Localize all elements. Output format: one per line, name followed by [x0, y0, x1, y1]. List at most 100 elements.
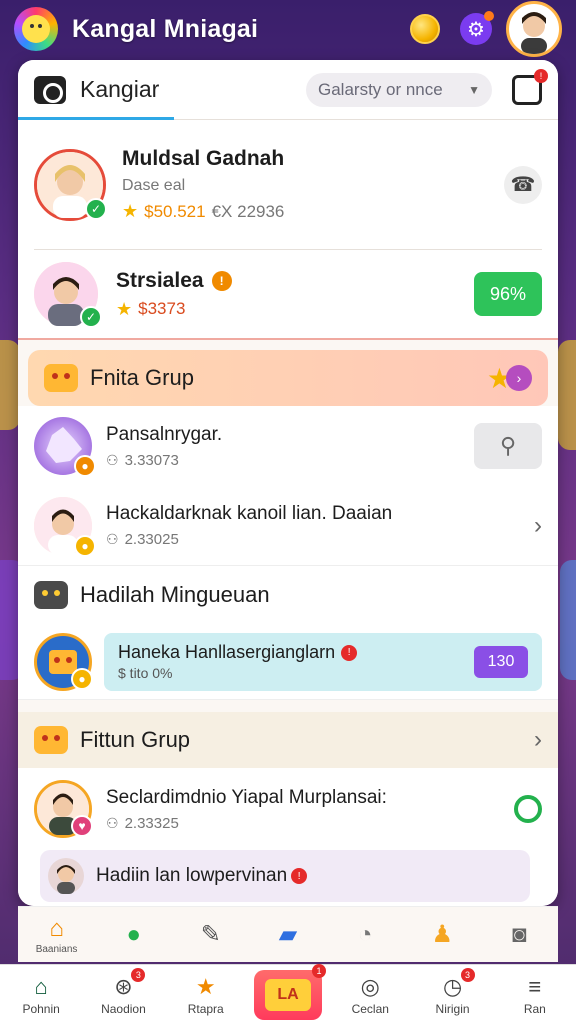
pencil-icon: ✎ — [200, 921, 221, 948]
section-header-hadilah: Hadilah Mingueuan — [18, 566, 558, 624]
reward-row[interactable]: ● Haneka Hanllasergianglarn! $ tito 0% 1… — [18, 624, 558, 700]
reward-value-button[interactable]: 130 — [474, 645, 528, 678]
nav-badge: 3 — [460, 967, 475, 982]
group-badge-icon: ♥ — [71, 815, 93, 837]
quick-tab-pin[interactable]: ♟ — [412, 920, 472, 950]
quick-tab-pencil[interactable]: ✎ — [181, 920, 241, 950]
chat-icon: ◎ — [360, 973, 380, 999]
list-item[interactable]: ● Pansalnrygar. ⚇ 3.33073 ⚲ — [18, 406, 558, 486]
list-item-title: Pansalnrygar. — [106, 423, 223, 445]
nav-item-ceclan[interactable]: ◎ Ceclan — [334, 974, 406, 1016]
chat-icon: ● — [126, 920, 141, 948]
nav-badge: 1 — [311, 963, 326, 978]
group-list: ● Pansalnrygar. ⚇ 3.33073 ⚲ ● Hackaldarkn… — [18, 406, 558, 566]
reward-emoji-icon — [34, 581, 68, 609]
arrow-right-icon[interactable]: › — [506, 365, 532, 391]
star-icon: ★ — [122, 201, 139, 221]
contact-subtitle: Dase eal — [122, 177, 186, 194]
banner-avatar — [48, 858, 84, 894]
camera-icon: ◙ — [512, 920, 527, 948]
camera-icon[interactable] — [34, 75, 66, 104]
contact-avatar: ✓ — [34, 148, 107, 221]
quick-tab-clock[interactable]: ◔ — [335, 920, 395, 950]
star-icon: ★ — [195, 973, 216, 999]
coin-icon[interactable] — [410, 14, 440, 44]
background-tile — [0, 340, 20, 430]
center-game-icon: LA 1 — [253, 963, 326, 1020]
members-icon: ⚇ — [106, 814, 119, 831]
members-icon: ⚇ — [106, 531, 119, 547]
nav-item-home[interactable]: ⌂ Pohnin — [5, 974, 77, 1016]
bonus-banner[interactable]: Hadiin lan lowpervinan ! — [40, 850, 530, 902]
list-item-title: Hackaldarknak kanoil lian. Daaian — [106, 503, 393, 524]
panel-header: Kangiar Galarsty or nnce ▼ ! — [18, 60, 558, 120]
verified-badge-icon: ✓ — [85, 197, 107, 220]
chevron-right-icon[interactable]: › — [534, 512, 542, 540]
chevron-down-icon: ▼ — [468, 82, 480, 97]
quick-tab-camera[interactable]: ◙ — [489, 920, 549, 950]
list-item-stat: 3.33073 — [124, 451, 179, 469]
reward-badge-icon: ● — [71, 667, 93, 690]
home-icon: ⌂ — [49, 915, 64, 942]
quick-tab-chat[interactable]: ● — [104, 920, 164, 950]
search-dropdown[interactable]: Galarsty or nnce ▼ — [306, 72, 492, 107]
group-avatar: ● — [34, 417, 96, 477]
list-item[interactable]: ● Hackaldarknak kanoil lian. Daaian ⚇ 2.3… — [18, 486, 558, 566]
quick-tab-label: Baanians — [35, 944, 78, 955]
reward-subtitle: $ tito 0% — [118, 665, 173, 681]
call-icon[interactable]: ☎ — [504, 165, 542, 204]
group-badge-icon: ● — [74, 534, 96, 557]
home-icon: ⌂ — [34, 973, 48, 999]
contact-stat-sub: €X 22936 — [211, 201, 285, 221]
chevron-right-icon[interactable]: › — [534, 726, 542, 754]
group-emoji-icon — [44, 364, 78, 392]
star-icon: ★ — [116, 298, 133, 319]
reward-title: Haneka Hanllasergianglarn — [118, 642, 336, 662]
percent-button[interactable]: 96% — [474, 272, 542, 316]
reward-banner[interactable]: Haneka Hanllasergianglarn! $ tito 0% 130 — [104, 632, 542, 691]
list-item[interactable]: ♥ Seclardimdnio Yiapal Murplansai: ⚇ 2.33… — [18, 768, 558, 850]
section-header-fittun[interactable]: Fittun Grup › — [18, 712, 558, 768]
main-panel: Kangiar Galarsty or nnce ▼ ! ✓ Muldsal G… — [18, 60, 558, 906]
background-tile — [558, 340, 576, 450]
nav-label: Pohnin — [22, 1001, 60, 1016]
action-button[interactable]: ⚲ — [474, 423, 542, 469]
clock-icon: ◔ — [357, 920, 373, 948]
folder-icon: ▰ — [278, 921, 298, 948]
pin-icon: ♟ — [431, 921, 454, 948]
contact-row[interactable]: ✓ Muldsal Gadnah Dase eal ★ $50.521 €X 2… — [34, 120, 542, 250]
section-header-fnita[interactable]: Fnita Grup ★ › — [28, 350, 548, 406]
section-title: Fnita Grup — [90, 365, 194, 390]
nav-label: Ceclan — [351, 1001, 389, 1016]
alert-icon: ! — [211, 270, 232, 291]
group-avatar: ● — [34, 496, 96, 557]
nav-badge: 3 — [131, 967, 146, 982]
contact-stat-main: $50.521 — [144, 201, 206, 221]
section-title: Fittun Grup — [80, 727, 191, 752]
nav-item-nirigin[interactable]: ◷ 3 Nirigin — [417, 967, 489, 1016]
contact-row[interactable]: ✓ Strsialea ! ★ $3373 96% — [34, 250, 542, 338]
quick-tab-home[interactable]: ⌂ Baanians — [27, 914, 87, 955]
group-avatar: ♥ — [34, 780, 93, 838]
list-item-stat: 2.33025 — [124, 531, 179, 548]
contact-name: Muldsal Gadnah — [122, 147, 285, 170]
share-icon[interactable]: ! — [512, 68, 548, 105]
nav-item-center[interactable]: LA 1 — [252, 963, 326, 1020]
nav-item-naodion[interactable]: ⊛ 3 Naodion — [87, 967, 159, 1016]
quick-tab-strip: ⌂ Baanians ● ✎ ▰ ◔ ♟ ◙ — [18, 906, 558, 962]
bottom-navigation: ⌂ Pohnin ⊛ 3 Naodion ★ Rtapra LA 1 ◎ Cec… — [0, 963, 576, 1024]
profile-avatar[interactable] — [506, 1, 562, 57]
nav-item-menu[interactable]: ≡ Ran — [499, 974, 571, 1016]
nav-item-rtapra[interactable]: ★ Rtapra — [170, 974, 242, 1016]
quick-tab-folder[interactable]: ▰ — [258, 920, 318, 950]
notification-badge: ! — [534, 68, 548, 83]
nav-label: Rtapra — [187, 1001, 224, 1016]
nav-label: Naodion — [101, 1001, 146, 1016]
settings-gear-icon[interactable]: ⚙ — [460, 11, 494, 45]
nav-label: Nirigin — [435, 1001, 470, 1016]
search-placeholder: Galarsty or nnce — [318, 79, 443, 99]
alert-icon: ! — [291, 868, 308, 884]
center-label: LA — [264, 978, 311, 1011]
chat-bubble-icon[interactable] — [514, 795, 542, 823]
menu-icon: ≡ — [528, 973, 542, 999]
